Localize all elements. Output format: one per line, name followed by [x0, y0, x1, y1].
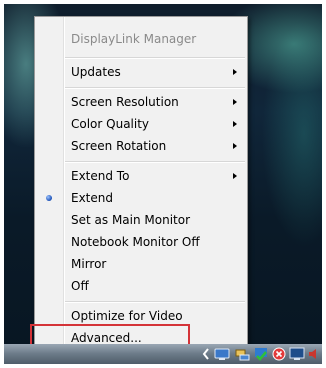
network-icon[interactable] [234, 347, 250, 361]
menu-item-label: Off [71, 279, 89, 293]
menu-item-label: Screen Rotation [71, 139, 167, 153]
menu-item-set-as-main-monitor[interactable]: Set as Main Monitor [35, 209, 247, 231]
menu-item-label: Screen Resolution [71, 95, 179, 109]
menu-item-label: Mirror [71, 257, 107, 271]
radio-selected-icon [46, 195, 52, 201]
menu-item-notebook-monitor-off[interactable]: Notebook Monitor Off [35, 231, 247, 253]
displaylink-icon[interactable] [214, 347, 230, 361]
menu-item-label: Notebook Monitor Off [71, 235, 200, 249]
menu-item-label: Set as Main Monitor [71, 213, 191, 227]
menu-item-mirror[interactable]: Mirror [35, 253, 247, 275]
menu-separator [65, 301, 245, 303]
menu-item-updates[interactable]: Updates [35, 61, 247, 83]
menu-separator [65, 161, 245, 163]
speaker-icon[interactable] [308, 347, 320, 361]
desktop-background: DisplayLink Manager Updates Screen Resol… [4, 4, 322, 364]
menu-title-displaylink-manager: DisplayLink Manager [35, 28, 247, 50]
red-x-icon[interactable] [272, 347, 286, 361]
chevron-left-icon[interactable] [201, 347, 211, 361]
menu-item-label: Color Quality [71, 117, 150, 131]
menu-item-extend-to[interactable]: Extend To [35, 165, 247, 187]
monitor-icon[interactable] [289, 347, 305, 361]
submenu-arrow-icon [233, 69, 237, 75]
submenu-arrow-icon [233, 121, 237, 127]
menu-item-label: Extend [71, 191, 113, 205]
menu-item-extend[interactable]: Extend [35, 187, 247, 209]
menu-item-label: Updates [71, 65, 121, 79]
menu-item-color-quality[interactable]: Color Quality [35, 113, 247, 135]
menu-item-off[interactable]: Off [35, 275, 247, 297]
submenu-arrow-icon [233, 173, 237, 179]
security-shield-icon[interactable] [253, 347, 269, 361]
menu-separator [65, 87, 245, 89]
menu-title-label: DisplayLink Manager [71, 32, 197, 46]
submenu-arrow-icon [233, 143, 237, 149]
menu-item-screen-resolution[interactable]: Screen Resolution [35, 91, 247, 113]
submenu-arrow-icon [233, 99, 237, 105]
menu-item-screen-rotation[interactable]: Screen Rotation [35, 135, 247, 157]
menu-item-label: Extend To [71, 169, 130, 183]
menu-separator [65, 57, 245, 59]
displaylink-context-menu: DisplayLink Manager Updates Screen Resol… [34, 16, 248, 352]
